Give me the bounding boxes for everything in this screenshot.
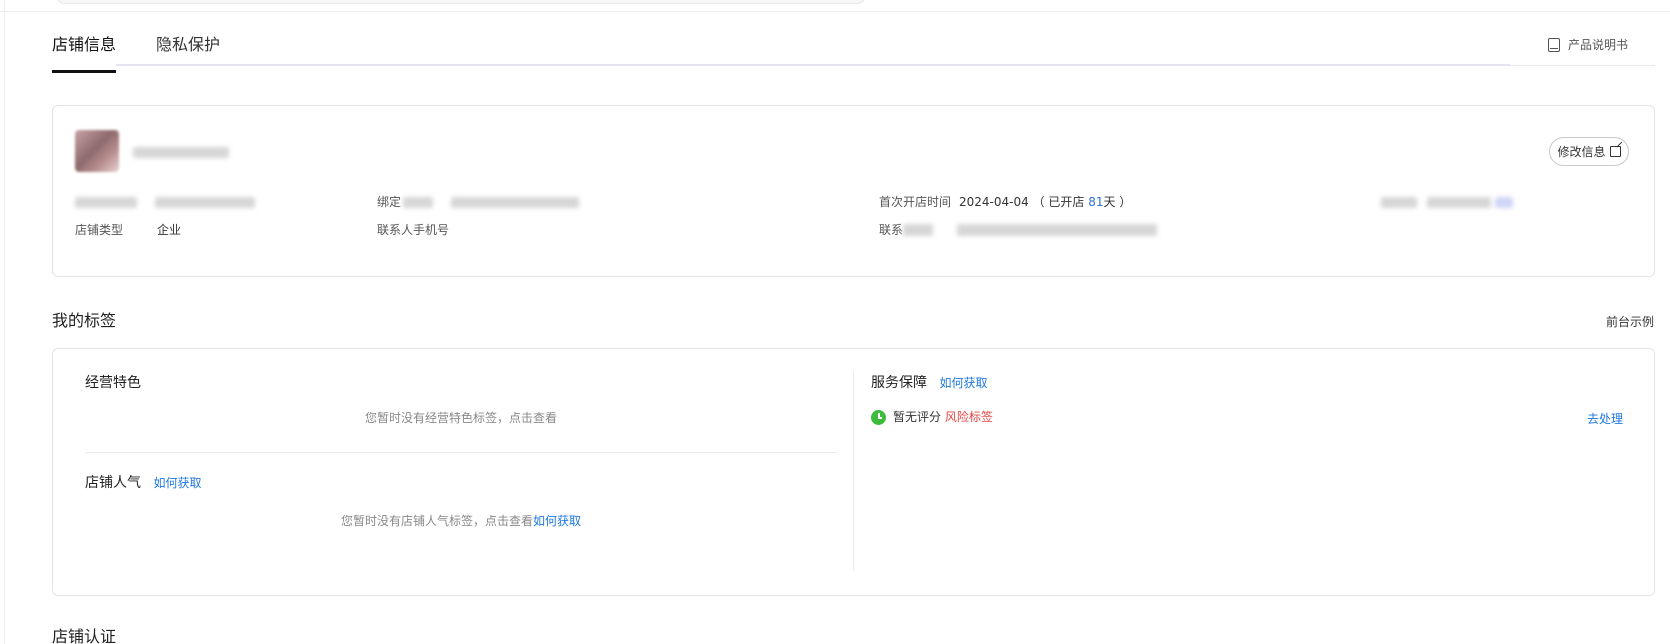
header-divider <box>0 11 1670 12</box>
contact-phone-label: 联系人手机号 <box>377 223 450 237</box>
open-days-suffix: 天 ） <box>1103 195 1132 209</box>
redacted-label <box>75 197 137 208</box>
tab-underline <box>116 64 1510 66</box>
popularity-empty-text: 您暂时没有店铺人气标签，点击查看 <box>341 514 534 528</box>
tags-card: 经营特色 您暂时没有经营特色标签，点击查看 店铺人气 如何获取 您暂时没有店铺人… <box>52 348 1655 596</box>
redacted-value <box>155 197 255 208</box>
left-border <box>4 0 5 644</box>
service-title: 服务保障 <box>871 375 927 391</box>
bound-label: 绑定 <box>377 195 402 209</box>
certification-title: 店铺认证 <box>52 627 117 644</box>
shop-name-blurred <box>133 147 229 158</box>
popularity-header: 店铺人气 如何获取 <box>85 474 201 492</box>
first-open-value: 2024-04-04 （ 已开店 81天 ） <box>959 194 1131 210</box>
search-bar[interactable] <box>56 0 866 4</box>
book-icon <box>1548 37 1560 52</box>
popularity-empty-link[interactable]: 如何获取 <box>533 514 581 528</box>
shop-info-card: 绑定 首次开店时间 2024-04-04 （ 已开店 81天 ） 店铺类型 企业… <box>52 105 1655 277</box>
business-features-title: 经营特色 <box>85 375 141 391</box>
edit-info-button[interactable]: 修改信息 <box>1549 137 1629 166</box>
popularity-empty: 您暂时没有店铺人气标签，点击查看如何获取 <box>341 512 581 529</box>
redacted-label-right <box>1381 197 1417 208</box>
first-open-date: 2024-04-04 <box>959 195 1029 209</box>
product-manual-link[interactable]: 产品说明书 <box>1548 36 1628 53</box>
handle-link[interactable]: 去处理 <box>1587 410 1623 427</box>
tab-shop-info[interactable]: 店铺信息 <box>52 34 117 73</box>
popularity-how-link[interactable]: 如何获取 <box>153 476 201 490</box>
service-header: 服务保障 如何获取 <box>871 374 987 392</box>
service-status: 暂无评分 风险标签 <box>893 409 993 425</box>
first-open-label: 首次开店时间 <box>879 195 952 209</box>
clock-status-icon <box>871 410 886 425</box>
shop-type-value: 企业 <box>157 223 182 237</box>
contact-label: 联系 <box>879 223 904 237</box>
external-edit-icon <box>1609 146 1621 157</box>
redacted-contact-value <box>957 224 1157 236</box>
edit-info-label: 修改信息 <box>1557 145 1606 159</box>
redacted-contact-label <box>903 224 933 236</box>
redacted-bound-value <box>451 197 579 208</box>
tab-underline-tail <box>1510 65 1655 66</box>
open-days-prefix: （ 已开店 <box>1032 195 1089 209</box>
popularity-title: 店铺人气 <box>85 475 141 491</box>
open-days-count: 81 <box>1088 195 1104 209</box>
service-how-link[interactable]: 如何获取 <box>939 376 987 390</box>
shop-type-label: 店铺类型 <box>75 223 124 237</box>
redacted-bound-label <box>403 197 433 208</box>
redacted-highlight <box>1495 197 1513 208</box>
shop-settings-page: 店铺信息 隐私保护 产品说明书 绑定 首次开店时间 2024-04-04 （ 已… <box>0 0 1670 644</box>
business-features-empty[interactable]: 您暂时没有经营特色标签，点击查看 <box>365 409 557 426</box>
left-divider <box>85 452 837 453</box>
redacted-value-right <box>1427 197 1491 208</box>
my-tags-title: 我的标签 <box>52 311 117 330</box>
shop-avatar <box>75 130 119 172</box>
product-manual-label: 产品说明书 <box>1568 38 1629 52</box>
column-divider <box>853 371 854 571</box>
risk-label[interactable]: 风险标签 <box>945 410 993 424</box>
service-status-text: 暂无评分 <box>893 410 942 424</box>
frontend-example-link[interactable]: 前台示例 <box>1606 313 1654 330</box>
